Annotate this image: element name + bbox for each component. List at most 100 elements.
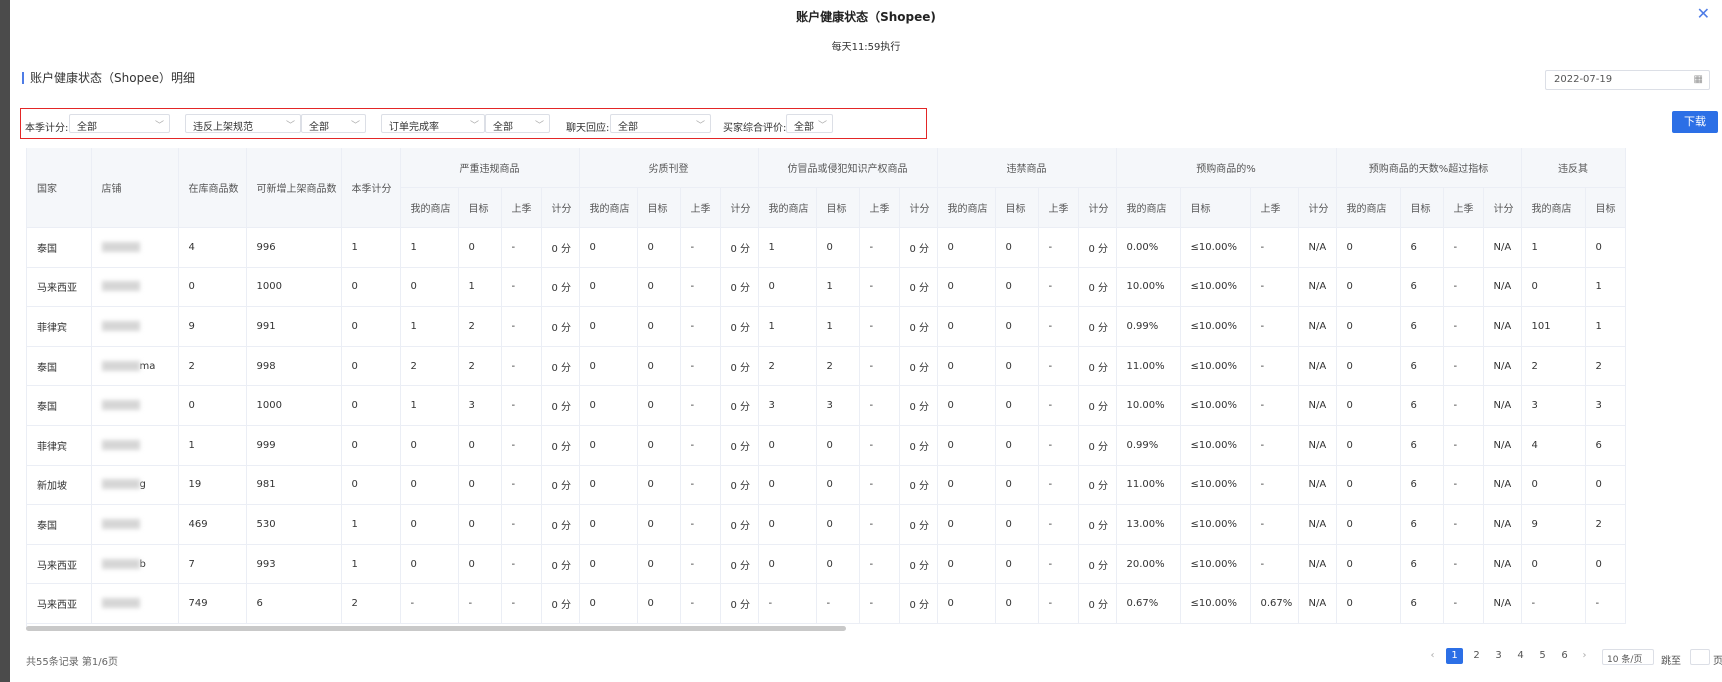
table-row[interactable]: 泰国 0 1000 0 1 3-0 分00-0 分33-0 分00-0 分 10.00% ≤1… bbox=[27, 385, 1626, 426]
metric-cell: 0 bbox=[637, 267, 681, 308]
chat-response-label: 聊天回应: bbox=[566, 123, 610, 134]
metric-cell: 6 bbox=[1400, 583, 1444, 624]
rule-value-select[interactable]: 全部 ﹀ bbox=[301, 114, 366, 133]
metric-cell: 6 bbox=[1400, 504, 1444, 545]
group-preorder-percent: 预购商品的% bbox=[1116, 148, 1337, 188]
stock-cell: 19 bbox=[178, 465, 247, 506]
metric-cell: 0 bbox=[1336, 346, 1401, 387]
metric-cell: 0 分 bbox=[899, 227, 938, 268]
metric-cell: 0 bbox=[637, 583, 681, 624]
season-score-cell: 0 bbox=[341, 346, 401, 387]
table-row[interactable]: 菲律宾 9 991 0 1 2-0 分00-0 分11-0 分00-0 分 0.99% ≤10… bbox=[27, 306, 1626, 347]
season-score-cell: 2 bbox=[341, 583, 401, 624]
buyer-rating-select[interactable]: 全部 ﹀ bbox=[786, 114, 833, 133]
stock-cell: 9 bbox=[178, 306, 247, 347]
record-summary: 共55条记录 第1/6页 bbox=[26, 657, 118, 668]
metric-cell: N/A bbox=[1483, 544, 1522, 585]
metric-cell: 0 bbox=[937, 267, 996, 308]
sub-header-0: 我的商店 bbox=[937, 187, 996, 228]
chat-response-select[interactable]: 全部 ﹀ bbox=[610, 114, 711, 133]
store-name: ma bbox=[139, 360, 156, 372]
metric-cell: - bbox=[1038, 267, 1079, 308]
season-score-select[interactable]: 全部 ﹀ bbox=[69, 114, 170, 133]
metric-cell: 0 bbox=[1521, 267, 1586, 308]
metric-cell: 0 bbox=[1585, 227, 1626, 268]
page-3[interactable]: 3 bbox=[1490, 648, 1507, 664]
close-icon[interactable]: ✕ bbox=[1697, 6, 1710, 22]
page-size-select[interactable]: 10 条/页 bbox=[1602, 649, 1654, 665]
metric-cell: 3 bbox=[758, 385, 817, 426]
table-row[interactable]: 马来西亚 0 1000 0 0 1-0 分00-0 分01-0 分00-0 分 10.00%… bbox=[27, 267, 1626, 308]
download-button[interactable]: 下载 bbox=[1672, 111, 1718, 133]
table-row[interactable]: 新加坡 g 19 981 0 0 0-0 分00-0 分00-0 分00-0 分 11.00%… bbox=[27, 465, 1626, 506]
country-cell: 马来西亚 bbox=[27, 544, 92, 585]
metric-cell: 0 分 bbox=[1078, 504, 1117, 545]
next-page-icon[interactable]: › bbox=[1576, 648, 1593, 664]
store-name: b bbox=[139, 558, 146, 570]
redacted-store bbox=[101, 598, 140, 609]
metric-cell: 0 bbox=[995, 504, 1039, 545]
metric-cell: 0 bbox=[1521, 544, 1586, 585]
rule-type-select[interactable]: 违反上架规范 ﹀ bbox=[185, 114, 301, 133]
store-cell bbox=[91, 583, 179, 624]
table-row[interactable]: 马来西亚 749 6 2- - -0 分00-0 分---0 分00-0 分 0.67% ≤1… bbox=[27, 583, 1626, 624]
page-2[interactable]: 2 bbox=[1468, 648, 1485, 664]
metric-cell: 0 bbox=[458, 465, 502, 506]
table-row[interactable]: 菲律宾 1 999 0 0 0-0 分00-0 分00-0 分00-0 分 0.99% ≤10… bbox=[27, 425, 1626, 466]
metric-cell: - bbox=[501, 583, 542, 624]
metric-cell: ≤10.00% bbox=[1180, 583, 1251, 624]
sub-header-1: 目标 bbox=[995, 187, 1039, 228]
order-value-select[interactable]: 全部 ﹀ bbox=[485, 114, 550, 133]
season-score-cell: 0 bbox=[341, 267, 401, 308]
metric-cell: 0 分 bbox=[541, 227, 580, 268]
metric-cell: 20.00% bbox=[1116, 544, 1181, 585]
metric-cell: N/A bbox=[1483, 504, 1522, 545]
metric-cell: 1 bbox=[816, 267, 860, 308]
sub-header-1: 目标 bbox=[816, 187, 860, 228]
metric-cell: - bbox=[501, 227, 542, 268]
prev-page-icon[interactable]: ‹ bbox=[1424, 648, 1441, 664]
season-score-cell: 0 bbox=[341, 306, 401, 347]
metric-cell: 0 分 bbox=[1078, 346, 1117, 387]
table-row[interactable]: 泰国 4 996 1 1 0-0 分00-0 分10-0 分00-0 分 0.00% ≤10.… bbox=[27, 227, 1626, 268]
metric-cell: - bbox=[1443, 425, 1484, 466]
page-6[interactable]: 6 bbox=[1556, 648, 1573, 664]
metric-cell: 0 bbox=[937, 227, 996, 268]
sub-header-0: 我的商店 bbox=[1521, 187, 1586, 228]
metric-cell: - bbox=[1038, 306, 1079, 347]
metric-cell: - bbox=[1443, 465, 1484, 506]
table-row[interactable]: 泰国 ma 2 998 0 2 2-0 分00-0 分22-0 分00-0 分 11.00% ≤… bbox=[27, 346, 1626, 387]
metric-cell: - bbox=[1038, 583, 1079, 624]
store-name: g bbox=[139, 479, 146, 491]
metric-cell: 0 bbox=[937, 583, 996, 624]
table-row[interactable]: 泰国 469 530 1 0 0-0 分00-0 分00-0 分00-0 分 13.00% ≤… bbox=[27, 504, 1626, 545]
order-type-select[interactable]: 订单完成率 ﹀ bbox=[381, 114, 485, 133]
metric-cell: 0 bbox=[758, 267, 817, 308]
country-cell: 新加坡 bbox=[27, 465, 92, 506]
jump-page-input[interactable] bbox=[1690, 649, 1710, 665]
metric-cell: N/A bbox=[1298, 346, 1337, 387]
metric-cell: 3 bbox=[458, 385, 502, 426]
page-1[interactable]: 1 bbox=[1446, 648, 1463, 664]
new-listing-cell: 999 bbox=[246, 425, 342, 466]
metric-cell: 0 bbox=[579, 544, 638, 585]
metric-cell: 0 bbox=[458, 227, 502, 268]
metric-cell: 0.99% bbox=[1116, 306, 1181, 347]
metric-cell: 0 分 bbox=[1078, 306, 1117, 347]
metric-cell: 0 分 bbox=[1078, 425, 1117, 466]
metric-cell: - bbox=[1443, 385, 1484, 426]
health-status-modal: 账户健康状态（Shopee) ✕ 每天11:59执行 账户健康状态（Shopee… bbox=[10, 0, 1722, 682]
metric-cell: 0 bbox=[579, 583, 638, 624]
metric-cell: 0 bbox=[937, 385, 996, 426]
page-5[interactable]: 5 bbox=[1534, 648, 1551, 664]
horizontal-scrollbar[interactable] bbox=[26, 626, 846, 631]
col-country: 国家 bbox=[27, 148, 92, 228]
health-table: 国家 店铺 在库商品数 可新增上架商品数 本季计分 严重违规商品 劣质刊登 仿冒… bbox=[27, 148, 1626, 624]
metric-cell: N/A bbox=[1298, 465, 1337, 506]
metric-cell: - bbox=[1250, 346, 1299, 387]
metric-cell: N/A bbox=[1483, 267, 1522, 308]
table-row[interactable]: 马来西亚 b 7 993 1 0 0-0 分00-0 分00-0 分00-0 分 20.00%… bbox=[27, 544, 1626, 585]
page-4[interactable]: 4 bbox=[1512, 648, 1529, 664]
date-picker[interactable]: 2022-07-19 ▦ bbox=[1545, 70, 1710, 90]
metric-cell: 0 bbox=[579, 306, 638, 347]
